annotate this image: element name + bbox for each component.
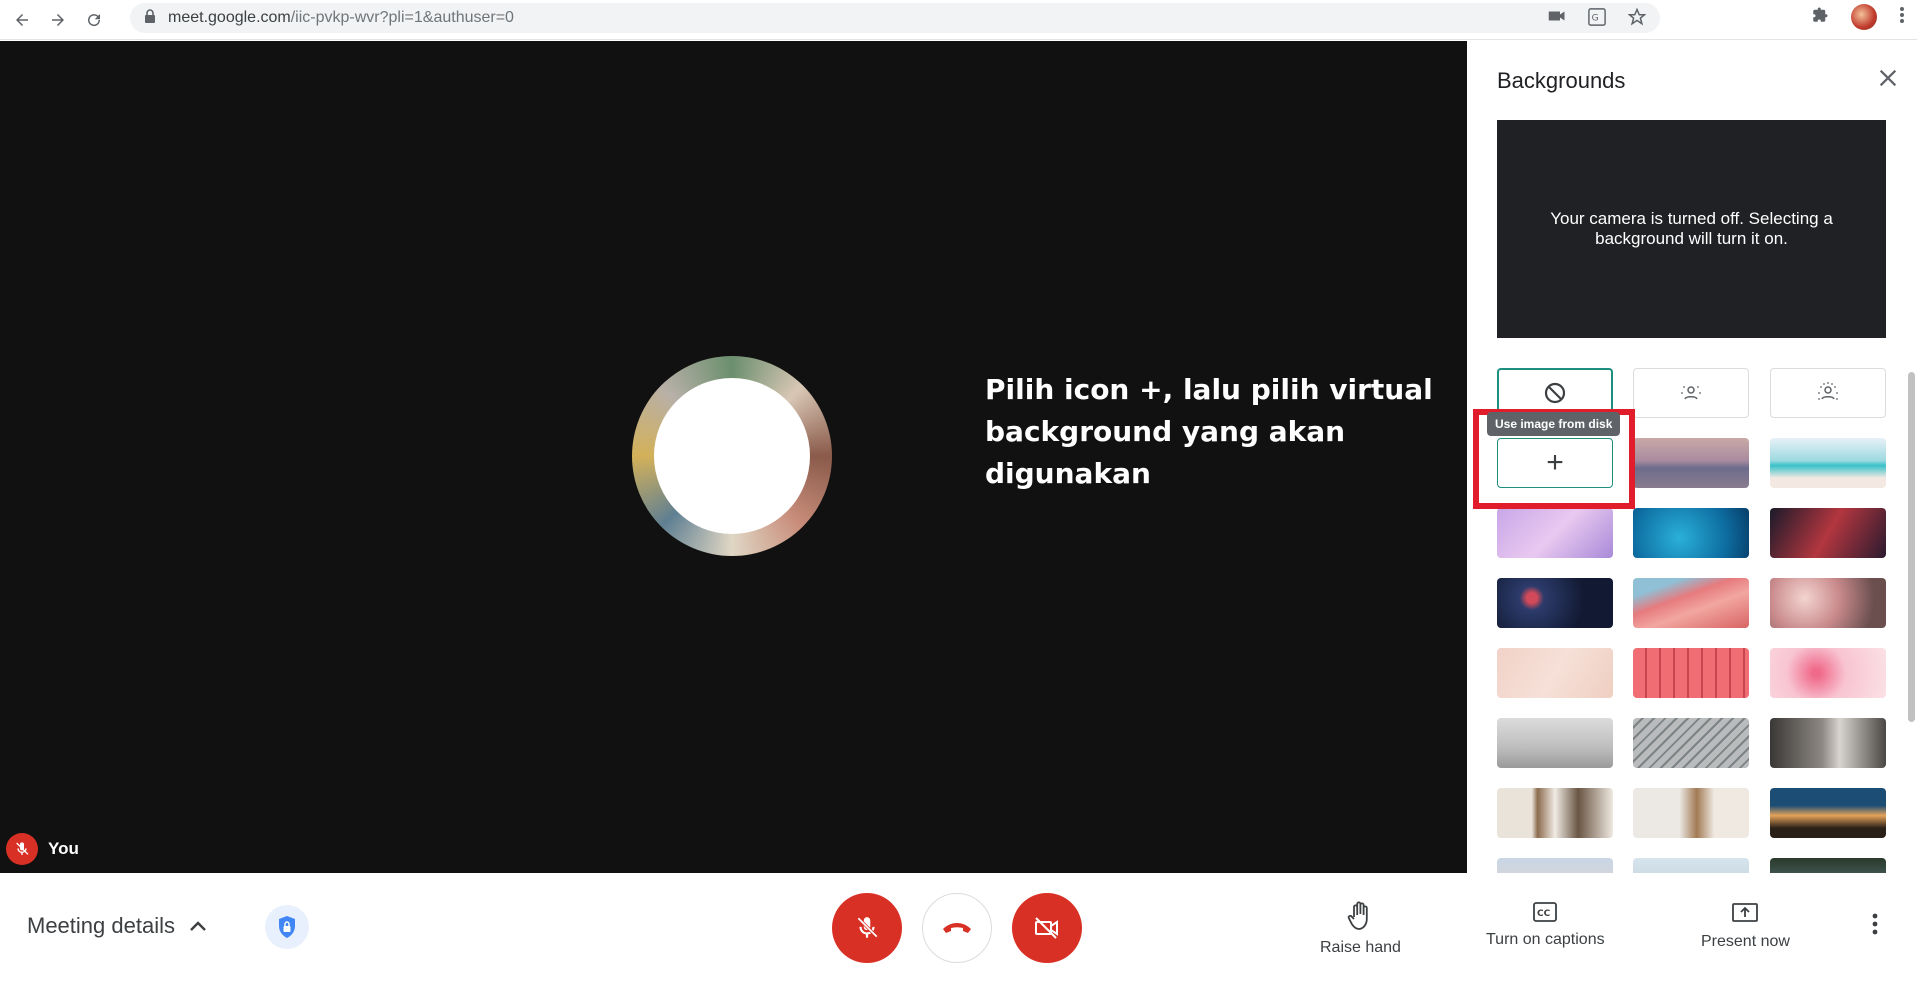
url-path: /iic-pvkp-wvr?pli=1&authuser=0 xyxy=(290,9,514,26)
url-text: meet.google.com/iic-pvkp-wvr?pli=1&authu… xyxy=(168,9,514,27)
profile-avatar[interactable] xyxy=(1851,4,1877,30)
tooltip: Use image from disk xyxy=(1487,412,1621,436)
address-bar[interactable]: meet.google.com/iic-pvkp-wvr?pli=1&authu… xyxy=(130,3,1660,33)
hang-up-icon xyxy=(943,923,971,933)
panel-title: Backgrounds xyxy=(1497,68,1626,93)
background-thumbnail[interactable] xyxy=(1497,718,1613,768)
url-host: meet.google.com xyxy=(168,9,291,26)
svg-text:G: G xyxy=(1592,14,1599,24)
more-options-icon[interactable] xyxy=(1872,913,1878,935)
closed-captions-icon: CC xyxy=(1533,902,1558,922)
background-thumbnail[interactable] xyxy=(1497,648,1613,698)
preview-message: Your camera is turned off. Selecting a b… xyxy=(1550,209,1833,248)
background-thumbnail[interactable] xyxy=(1770,648,1886,698)
meeting-controls-bar: Meeting details Raise hand CC Turn on ca… xyxy=(0,873,1917,983)
background-thumbnail[interactable] xyxy=(1633,648,1749,698)
chevron-up-icon xyxy=(190,921,206,931)
menu-icon[interactable] xyxy=(1899,6,1905,29)
camera-toggle-button[interactable] xyxy=(1012,893,1082,963)
background-thumbnail[interactable] xyxy=(1770,788,1886,838)
blur-person-strong-icon xyxy=(1818,382,1838,400)
camera-icon[interactable] xyxy=(1548,8,1566,31)
background-thumbnail[interactable] xyxy=(1497,788,1613,838)
present-now-label: Present now xyxy=(1701,933,1790,950)
background-thumbnail[interactable] xyxy=(1497,578,1613,628)
microphone-toggle-button[interactable] xyxy=(832,893,902,963)
background-thumbnail[interactable] xyxy=(1633,788,1749,838)
blur-person-icon xyxy=(1681,386,1701,400)
reload-icon[interactable] xyxy=(80,6,108,34)
captions-button[interactable]: CC Turn on captions xyxy=(1486,901,1605,949)
slight-blur-option[interactable] xyxy=(1633,368,1749,418)
background-thumbnail[interactable] xyxy=(1770,578,1886,628)
camera-off-icon xyxy=(1035,917,1058,939)
self-tile-label: You xyxy=(6,833,79,865)
self-name: You xyxy=(48,839,79,858)
background-thumbnail[interactable] xyxy=(1633,858,1749,873)
captions-label: Turn on captions xyxy=(1486,931,1605,948)
host-controls-button[interactable] xyxy=(265,905,309,949)
back-icon[interactable] xyxy=(8,6,36,34)
instruction-annotation: Pilih icon +, lalu pilih virtual backgro… xyxy=(985,373,1433,490)
close-icon[interactable] xyxy=(1877,65,1899,95)
no-effect-icon xyxy=(1544,382,1566,404)
background-thumbnail[interactable] xyxy=(1633,718,1749,768)
background-thumbnail[interactable] xyxy=(1633,508,1749,558)
background-thumbnail[interactable] xyxy=(1770,508,1886,558)
leave-call-button[interactable] xyxy=(922,893,992,963)
self-avatar xyxy=(632,356,832,556)
forward-icon[interactable] xyxy=(44,6,72,34)
meeting-details-button[interactable]: Meeting details xyxy=(27,913,207,939)
browser-toolbar: meet.google.com/iic-pvkp-wvr?pli=1&authu… xyxy=(0,0,1917,40)
strong-blur-option[interactable] xyxy=(1770,368,1886,418)
meeting-details-label: Meeting details xyxy=(27,913,175,938)
background-thumbnail[interactable] xyxy=(1633,578,1749,628)
background-thumbnail[interactable] xyxy=(1770,718,1886,768)
present-now-button[interactable]: Present now xyxy=(1701,901,1790,951)
raise-hand-button[interactable]: Raise hand xyxy=(1320,901,1401,957)
mic-off-icon xyxy=(6,833,38,865)
background-thumbnail[interactable] xyxy=(1770,858,1886,873)
background-thumbnail[interactable] xyxy=(1770,438,1886,488)
background-thumbnail[interactable] xyxy=(1497,858,1613,873)
hand-icon xyxy=(1348,901,1369,930)
camera-preview: Your camera is turned off. Selecting a b… xyxy=(1497,120,1886,338)
svg-text:CC: CC xyxy=(1537,909,1551,919)
extensions-icon[interactable] xyxy=(1811,6,1829,29)
background-thumbnail[interactable] xyxy=(1633,438,1749,488)
mic-off-icon xyxy=(857,917,878,938)
present-screen-icon xyxy=(1732,903,1759,922)
shield-lock-icon xyxy=(279,916,295,938)
star-icon[interactable] xyxy=(1627,7,1647,31)
lock-icon xyxy=(144,8,156,28)
panel-scrollbar[interactable] xyxy=(1908,372,1915,722)
video-stage: Pilih icon +, lalu pilih virtual backgro… xyxy=(0,41,1467,873)
translate-icon[interactable]: G xyxy=(1588,8,1606,31)
raise-hand-label: Raise hand xyxy=(1320,939,1401,956)
background-thumbnail[interactable] xyxy=(1497,508,1613,558)
